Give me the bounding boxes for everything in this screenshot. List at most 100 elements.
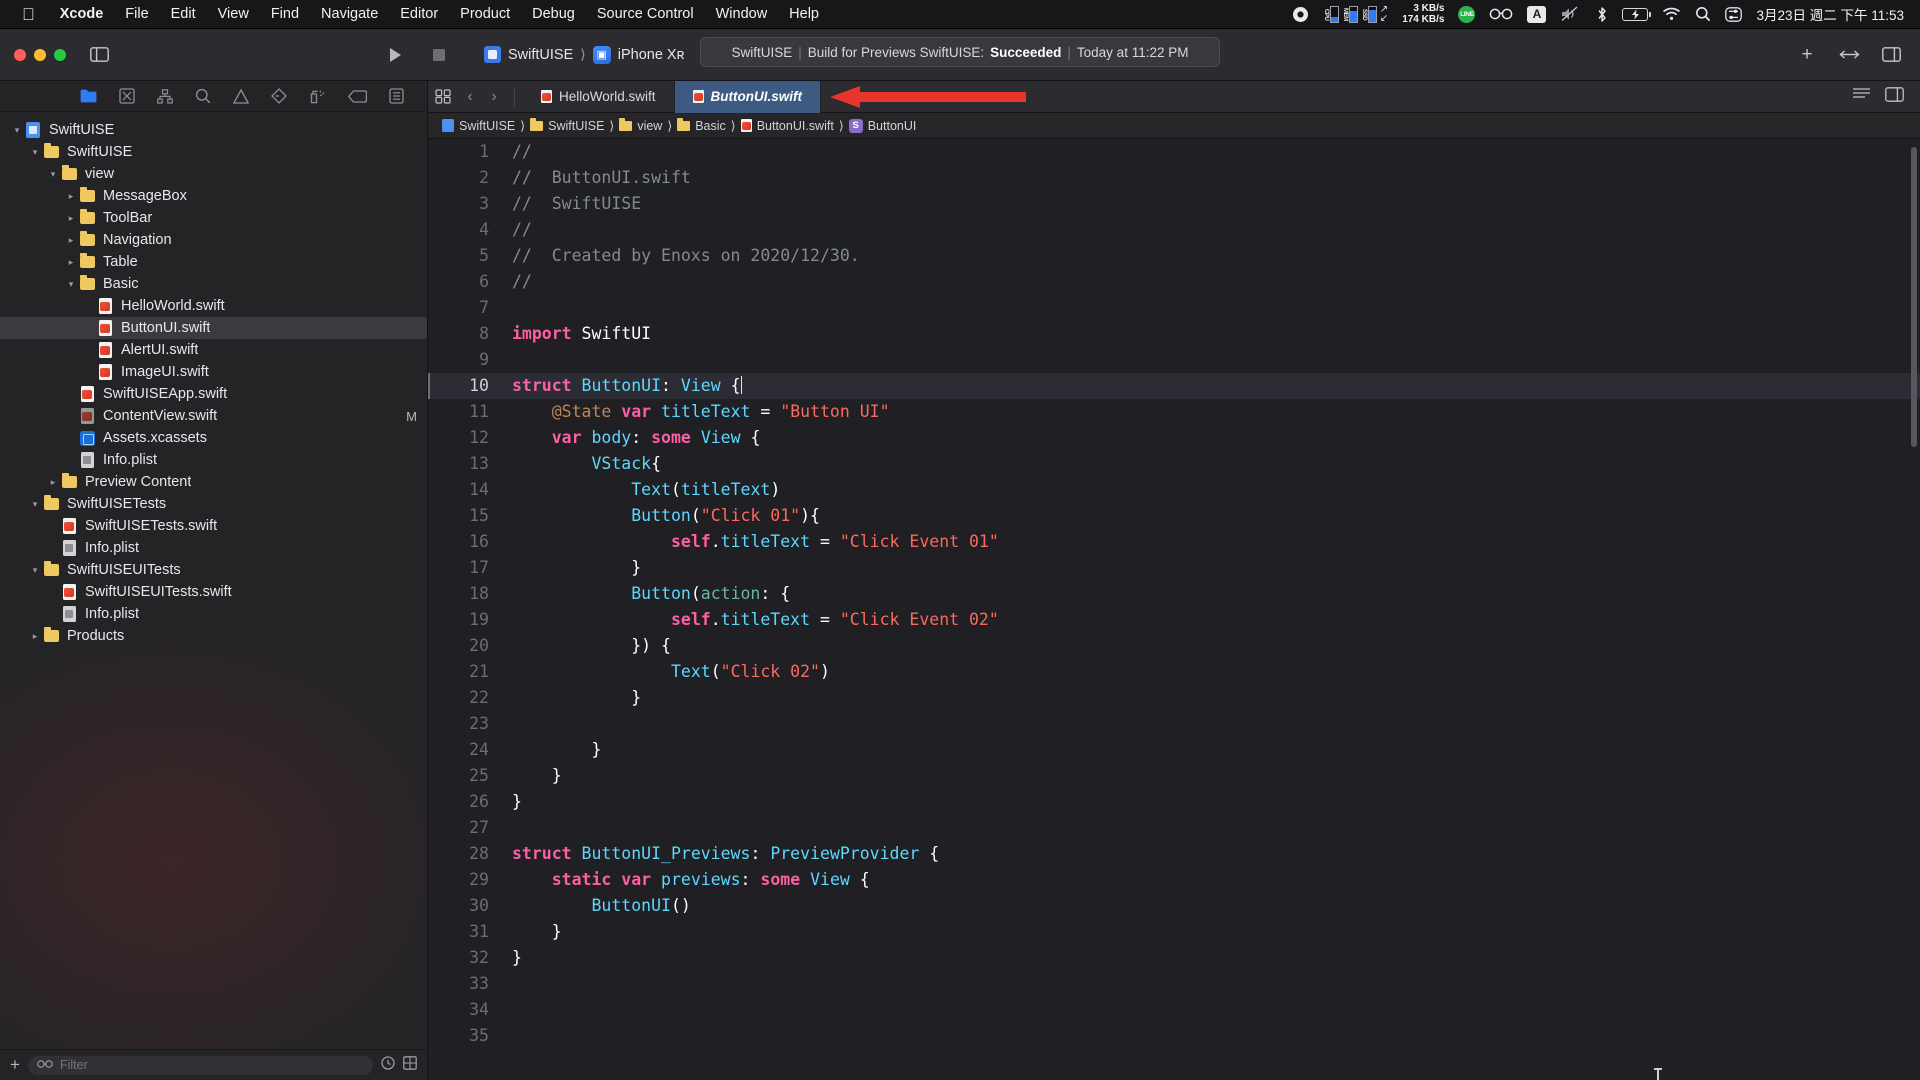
code-line[interactable]: 2 // ButtonUI.swift: [428, 165, 1920, 191]
code-line[interactable]: 5 // Created by Enoxs on 2020/12/30.: [428, 243, 1920, 269]
menu-item-debug[interactable]: Debug: [521, 6, 586, 22]
system-monitor-gauges[interactable]: CPU MEM SSD ↗ ↙: [1323, 5, 1388, 24]
code-line[interactable]: 11 @State var titleText = "Button UI": [428, 399, 1920, 425]
code-line[interactable]: 12 var body: some View {: [428, 425, 1920, 451]
menu-item-help[interactable]: Help: [778, 6, 830, 22]
zoom-window-button[interactable]: [54, 48, 66, 61]
menu-item-edit[interactable]: Edit: [160, 6, 207, 22]
disclosure-triangle-icon[interactable]: ▸: [64, 191, 78, 202]
disclosure-triangle-icon[interactable]: ▾: [46, 169, 60, 180]
file-tree[interactable]: ▾ SwiftUISE ▾ SwiftUISE ▾ view ▸ MessageBox ▸ Too…: [0, 112, 427, 1049]
file-tree-row[interactable]: SwiftUISETests.swift: [0, 515, 427, 537]
battery-charging-icon[interactable]: [1622, 7, 1652, 21]
breadcrumb-item[interactable]: SwiftUISE: [530, 118, 604, 133]
code-line[interactable]: 4 //: [428, 217, 1920, 243]
bluetooth-icon[interactable]: [1596, 6, 1608, 23]
code-line[interactable]: 17 }: [428, 555, 1920, 581]
scheme-selector[interactable]: SwiftUISE ⟩ ▣ iPhone Xʀ: [484, 45, 685, 64]
navigator-tab-project[interactable]: [80, 89, 97, 103]
split-editor-icon[interactable]: [1885, 86, 1904, 107]
file-tree-row[interactable]: ▾ SwiftUISE: [0, 119, 427, 141]
menu-item-xcode[interactable]: Xcode: [49, 6, 115, 22]
code-line[interactable]: 8 import SwiftUI: [428, 321, 1920, 347]
inspector-toggle-icon[interactable]: [1878, 44, 1904, 66]
file-tree-row[interactable]: ▸ Products: [0, 625, 427, 647]
menu-item-navigate[interactable]: Navigate: [310, 6, 389, 22]
file-tree-row[interactable]: ▾ SwiftUISETests: [0, 493, 427, 515]
file-tree-row[interactable]: Assets.xcassets: [0, 427, 427, 449]
code-line[interactable]: 34: [428, 997, 1920, 1023]
navigator-tab-report[interactable]: [388, 88, 404, 104]
file-tree-row[interactable]: ▸ ToolBar: [0, 207, 427, 229]
control-center-icon[interactable]: [1725, 6, 1743, 22]
code-line[interactable]: 27: [428, 815, 1920, 841]
record-icon[interactable]: [1292, 6, 1309, 23]
code-line[interactable]: 3 // SwiftUISE: [428, 191, 1920, 217]
file-tree-row[interactable]: SwiftUISEUITests.swift: [0, 581, 427, 603]
code-line[interactable]: 30 ButtonUI(): [428, 893, 1920, 919]
jump-bar-breadcrumb[interactable]: SwiftUISE ⟩ SwiftUISE ⟩ view ⟩ Basic ⟩ ButtonUI.…: [428, 113, 1920, 139]
breadcrumb-item[interactable]: view: [619, 118, 662, 133]
code-line[interactable]: 21 Text("Click 02"): [428, 659, 1920, 685]
code-line[interactable]: 24 }: [428, 737, 1920, 763]
code-line[interactable]: 20 }) {: [428, 633, 1920, 659]
file-tree-row[interactable]: ButtonUI.swift: [0, 317, 427, 339]
code-line[interactable]: 28 struct ButtonUI_Previews: PreviewProvi…: [428, 841, 1920, 867]
code-line[interactable]: 14 Text(titleText): [428, 477, 1920, 503]
destination-name[interactable]: iPhone Xʀ: [618, 47, 685, 63]
file-tree-row[interactable]: SwiftUISEApp.swift: [0, 383, 427, 405]
code-line[interactable]: 23: [428, 711, 1920, 737]
glasses-icon[interactable]: [1489, 7, 1513, 21]
navigator-tab-symbol[interactable]: [156, 88, 173, 104]
minimize-window-button[interactable]: [34, 48, 46, 61]
menu-item-source-control[interactable]: Source Control: [586, 6, 705, 22]
file-tree-row[interactable]: HelloWorld.swift: [0, 295, 427, 317]
code-line[interactable]: 26}: [428, 789, 1920, 815]
code-line[interactable]: 9: [428, 347, 1920, 373]
menu-item-file[interactable]: File: [114, 6, 159, 22]
disclosure-triangle-icon[interactable]: ▸: [46, 477, 60, 488]
file-tree-row[interactable]: ▸ Preview Content: [0, 471, 427, 493]
disclosure-triangle-icon[interactable]: ▾: [64, 279, 78, 290]
source-control-filter-icon[interactable]: [403, 1055, 417, 1075]
file-tree-row[interactable]: Info.plist: [0, 537, 427, 559]
disclosure-triangle-icon[interactable]: ▾: [10, 125, 24, 136]
code-line[interactable]: 18 Button(action: {: [428, 581, 1920, 607]
menu-item-view[interactable]: View: [207, 6, 260, 22]
run-button[interactable]: [382, 44, 408, 66]
menu-item-find[interactable]: Find: [260, 6, 310, 22]
wifi-icon[interactable]: [1662, 7, 1681, 21]
input-source-icon[interactable]: A: [1527, 5, 1547, 23]
disclosure-triangle-icon[interactable]: ▾: [28, 147, 42, 158]
menu-item-editor[interactable]: Editor: [389, 6, 449, 22]
file-tree-row[interactable]: ContentView.swift M: [0, 405, 427, 427]
volume-muted-icon[interactable]: [1560, 6, 1582, 22]
code-review-toggle-icon[interactable]: [1836, 44, 1862, 66]
navigator-tab-source-control[interactable]: [118, 88, 135, 104]
code-line[interactable]: 22 }: [428, 685, 1920, 711]
editor-tab-buttonui[interactable]: ButtonUI.swift: [674, 80, 822, 113]
disclosure-triangle-icon[interactable]: ▸: [64, 213, 78, 224]
scheme-name[interactable]: SwiftUISE: [508, 47, 573, 63]
code-line[interactable]: 33: [428, 971, 1920, 997]
filter-input[interactable]: [59, 1058, 364, 1072]
editor-tab-helloworld[interactable]: HelloWorld.swift: [523, 80, 675, 113]
code-line[interactable]: 7: [428, 295, 1920, 321]
code-line[interactable]: 15 Button("Click 01"){: [428, 503, 1920, 529]
network-throughput[interactable]: 3 KB/s 174 KB/s: [1402, 3, 1444, 25]
file-tree-row[interactable]: Info.plist: [0, 603, 427, 625]
code-line[interactable]: 25 }: [428, 763, 1920, 789]
breadcrumb-item[interactable]: S ButtonUI: [848, 118, 916, 133]
navigator-tab-debug[interactable]: [309, 89, 326, 104]
navigate-back-icon[interactable]: ‹: [458, 88, 482, 106]
sidebar-toggle-icon[interactable]: [86, 44, 112, 66]
code-line[interactable]: 1 //: [428, 139, 1920, 165]
menu-item-window[interactable]: Window: [705, 6, 779, 22]
breadcrumb-item[interactable]: SwiftUISE: [442, 119, 515, 133]
code-line[interactable]: 35: [428, 1023, 1920, 1049]
navigator-tab-find[interactable]: [195, 88, 211, 104]
code-line[interactable]: 16 self.titleText = "Click Event 01": [428, 529, 1920, 555]
navigator-tab-test[interactable]: [270, 88, 287, 104]
file-tree-row[interactable]: ▸ Table: [0, 251, 427, 273]
recent-files-filter-icon[interactable]: [381, 1055, 395, 1075]
